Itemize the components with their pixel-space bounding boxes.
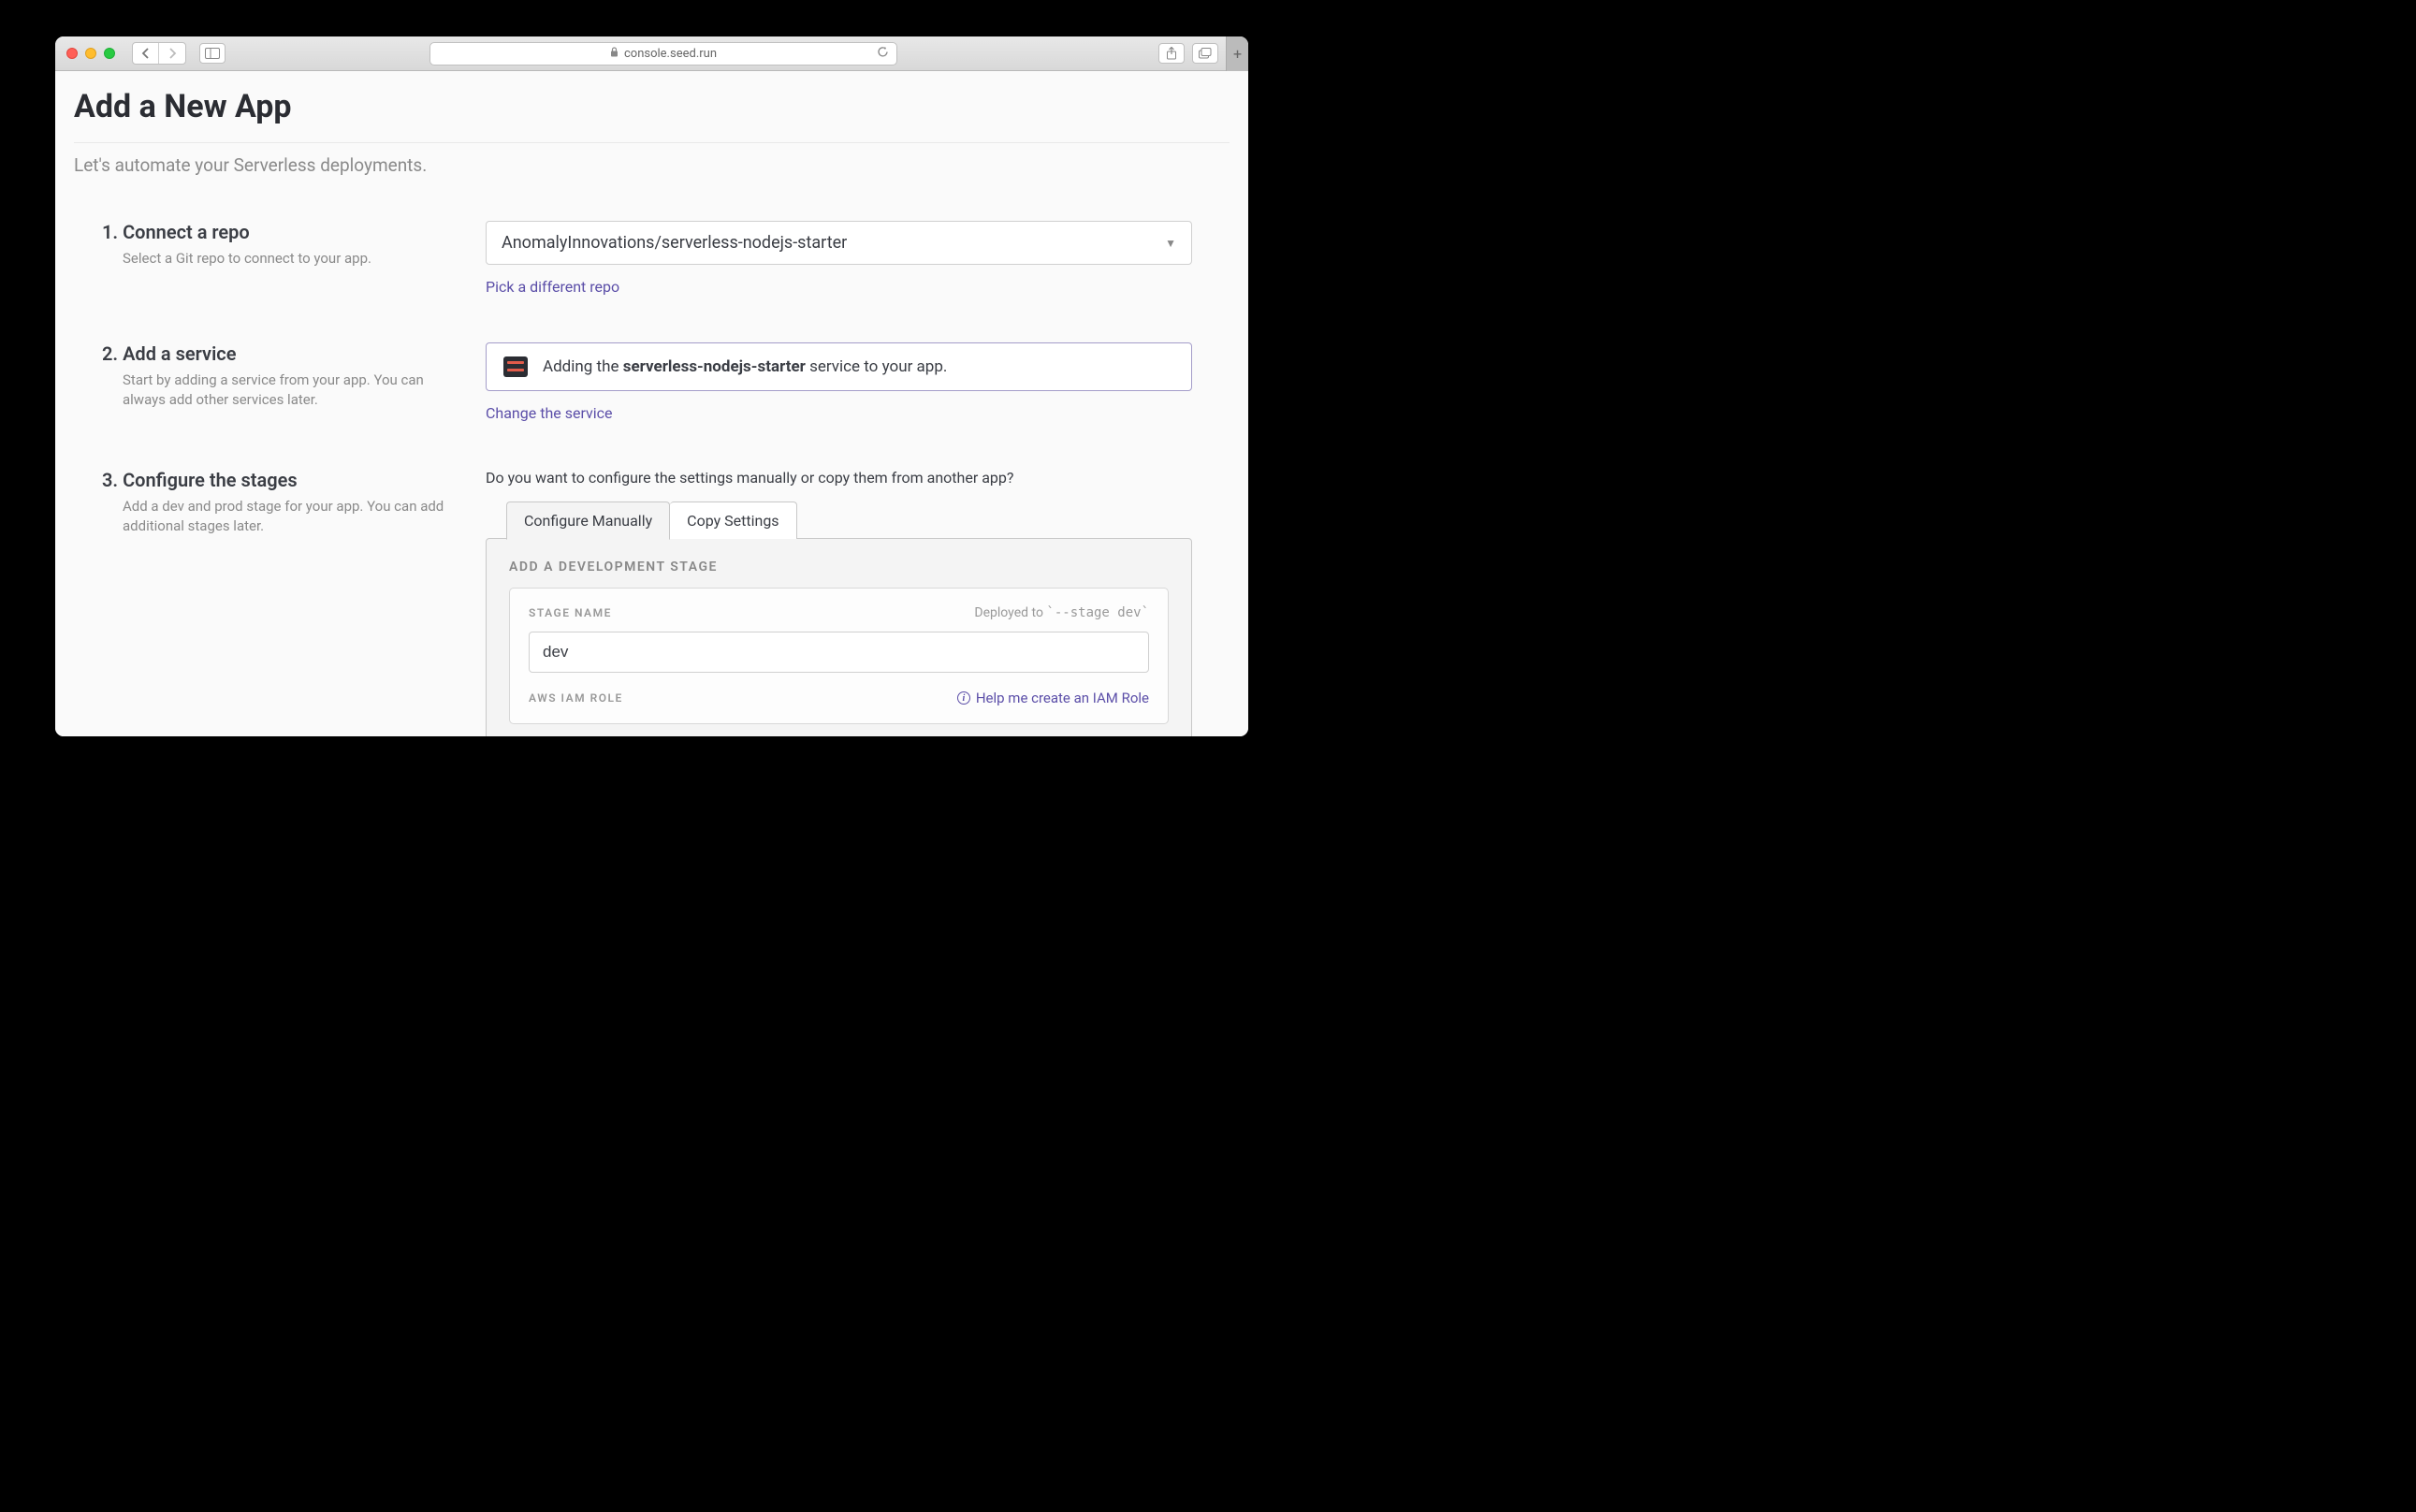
url-bar[interactable]: console.seed.run	[429, 42, 897, 65]
nav-buttons	[132, 42, 186, 65]
stage-card: STAGE NAME Deployed to `--stage dev` AWS…	[509, 588, 1169, 724]
stage-card-header: STAGE NAME Deployed to `--stage dev`	[529, 605, 1149, 620]
step1-title: 1. Connect a repo	[102, 221, 486, 243]
config-tabs: Configure Manually Copy Settings	[506, 502, 1192, 539]
step2-description: Start by adding a service from your app.…	[102, 371, 486, 410]
help-create-iam-link[interactable]: i Help me create an IAM Role	[957, 690, 1149, 706]
pick-different-repo-link[interactable]: Pick a different repo	[486, 278, 619, 296]
sidebar-toggle-button[interactable]	[199, 43, 226, 64]
reload-icon[interactable]	[877, 46, 889, 62]
step-right: Do you want to configure the settings ma…	[486, 469, 1192, 736]
stage-name-label: STAGE NAME	[529, 606, 612, 619]
tabs-container: Configure Manually Copy Settings ADD A D…	[486, 502, 1192, 736]
maximize-window-button[interactable]	[104, 48, 115, 59]
lock-icon	[610, 47, 619, 60]
step-connect-repo: 1. Connect a repo Select a Git repo to c…	[74, 221, 1230, 296]
service-message: Adding the serverless-nodejs-starter ser…	[543, 357, 947, 376]
minimize-window-button[interactable]	[85, 48, 96, 59]
browser-window: console.seed.run + Add a New App Let's a…	[55, 36, 1248, 736]
titlebar-right: +	[1158, 36, 1237, 71]
panel-heading: ADD A DEVELOPMENT STAGE	[509, 560, 1169, 574]
page-subtitle: Let's automate your Serverless deploymen…	[74, 154, 1230, 176]
service-name: serverless-nodejs-starter	[623, 357, 806, 376]
stage-name-input[interactable]	[529, 632, 1149, 673]
repo-dropdown[interactable]: AnomalyInnovations/serverless-nodejs-sta…	[486, 221, 1192, 265]
step-left: 1. Connect a repo Select a Git repo to c…	[102, 221, 486, 296]
divider	[74, 142, 1230, 143]
titlebar: console.seed.run +	[55, 36, 1248, 71]
traffic-lights	[66, 48, 115, 59]
share-button[interactable]	[1158, 43, 1185, 64]
step-configure-stages: 3. Configure the stages Add a dev and pr…	[74, 469, 1230, 736]
step-left: 3. Configure the stages Add a dev and pr…	[102, 469, 486, 736]
chevron-down-icon: ▼	[1165, 237, 1176, 250]
iam-role-label: AWS IAM ROLE	[529, 691, 623, 705]
tab-copy-settings[interactable]: Copy Settings	[670, 502, 796, 539]
step3-title: 3. Configure the stages	[102, 469, 486, 491]
step3-description: Add a dev and prod stage for your app. Y…	[102, 497, 486, 536]
serverless-icon	[503, 356, 528, 377]
tab-configure-manually[interactable]: Configure Manually	[506, 502, 670, 540]
tabs-button[interactable]	[1192, 43, 1218, 64]
step-left: 2. Add a service Start by adding a servi…	[102, 342, 486, 422]
repo-selected-value: AnomalyInnovations/serverless-nodejs-sta…	[502, 233, 847, 253]
step-add-service: 2. Add a service Start by adding a servi…	[74, 342, 1230, 422]
page-content: Add a New App Let's automate your Server…	[55, 71, 1248, 736]
step-right: Adding the serverless-nodejs-starter ser…	[486, 342, 1192, 422]
step2-title: 2. Add a service	[102, 342, 486, 365]
change-service-link[interactable]: Change the service	[486, 404, 613, 422]
step-right: AnomalyInnovations/serverless-nodejs-sta…	[486, 221, 1192, 296]
new-tab-button[interactable]: +	[1226, 36, 1248, 71]
iam-row: AWS IAM ROLE i Help me create an IAM Rol…	[529, 690, 1149, 706]
url-text: console.seed.run	[624, 47, 717, 61]
deployed-to: Deployed to `--stage dev`	[974, 605, 1149, 620]
info-icon: i	[957, 691, 970, 705]
close-window-button[interactable]	[66, 48, 78, 59]
forward-button[interactable]	[159, 43, 185, 64]
step1-description: Select a Git repo to connect to your app…	[102, 249, 486, 269]
page-title: Add a New App	[74, 88, 1230, 125]
stage-question: Do you want to configure the settings ma…	[486, 469, 1192, 487]
stage-config-panel: ADD A DEVELOPMENT STAGE STAGE NAME Deplo…	[486, 538, 1192, 736]
back-button[interactable]	[133, 43, 159, 64]
service-box: Adding the serverless-nodejs-starter ser…	[486, 342, 1192, 391]
